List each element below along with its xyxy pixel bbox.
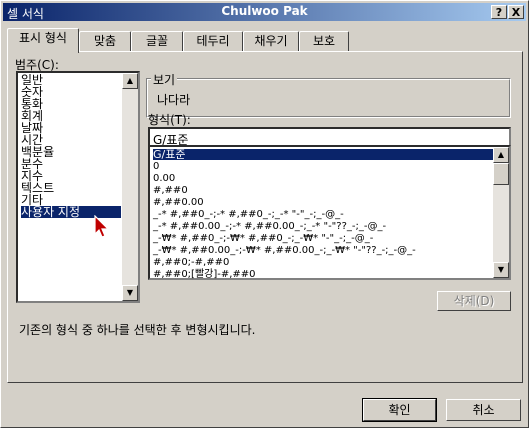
format-scrollbar[interactable]: ▲ ▼ [493,147,509,278]
format-list[interactable]: G/표준 0 0.00 #,##0 #,##0.00 _-* #,##0_-;-… [148,145,511,280]
tab-protection[interactable]: 보호 [299,31,349,51]
scroll-up-arrow-icon[interactable]: ▲ [122,73,138,89]
close-button[interactable]: X [508,5,524,19]
scroll-thumb[interactable] [493,163,509,185]
scroll-down-arrow-icon[interactable]: ▼ [122,285,138,301]
tab-border[interactable]: 테두리 [183,31,243,51]
category-scrollbar[interactable]: ▲ ▼ [122,73,138,301]
scroll-down-arrow-icon[interactable]: ▼ [493,262,509,278]
format-item[interactable]: _-₩* #,##0_-;-₩* #,##0_-;_-₩* "-"_-;_-@_… [153,233,373,244]
tab-alignment[interactable]: 맞춤 [79,31,131,51]
ok-button[interactable]: 확인 [362,398,437,422]
sample-value: 나다라 [157,93,191,107]
format-item[interactable]: _-* #,##0.00_-;-* #,##0.00_-;_-* "-"??_-… [153,221,386,232]
tab-font[interactable]: 글꼴 [131,31,183,51]
category-list[interactable]: 일반 숫자 통화 회계 날짜 시간 백분율 분수 지수 텍스트 기타 사용자 지… [16,71,140,303]
format-item[interactable]: 0 [153,161,159,172]
description-text: 기존의 형식 중 하나를 선택한 후 변형시킵니다. [19,323,256,337]
format-item[interactable]: #,##0.00 [153,197,204,208]
tab-number[interactable]: 표시 형식 [7,28,79,53]
help-button[interactable]: ? [491,5,507,19]
format-item[interactable]: _-₩* #,##0.00_-;-₩* #,##0.00_-;_-₩* "-"?… [153,245,416,256]
format-item[interactable]: #,##0 [153,185,188,196]
format-cells-dialog: 셀 서식 Chulwoo Pak ? X 표시 형식 맞춤 글꼴 테두리 채우기… [0,0,529,428]
delete-button[interactable]: 삭제(D) [437,291,511,311]
sample-label: 보기 [151,71,178,88]
cancel-button[interactable]: 취소 [446,399,521,421]
window-owner-title: Chulwoo Pak [221,4,308,18]
mouse-cursor-icon [94,215,110,238]
format-label: 형식(T): [148,113,191,127]
format-item[interactable]: G/표준 [153,149,495,160]
title-bar[interactable]: 셀 서식 Chulwoo Pak ? X [3,3,526,21]
scroll-up-arrow-icon[interactable]: ▲ [493,147,509,163]
format-item[interactable]: #,##0;-#,##0 [153,257,229,268]
format-item[interactable]: 0.00 [153,173,175,184]
format-input[interactable]: G/표준 [148,127,511,147]
format-item[interactable]: _-* #,##0_-;-* #,##0_-;_-* "-"_-;_-@_- [153,209,344,220]
tab-fill[interactable]: 채우기 [243,31,299,51]
sample-group [146,78,511,118]
format-item[interactable]: #,##0;[빨강]-#,##0 [153,269,256,280]
